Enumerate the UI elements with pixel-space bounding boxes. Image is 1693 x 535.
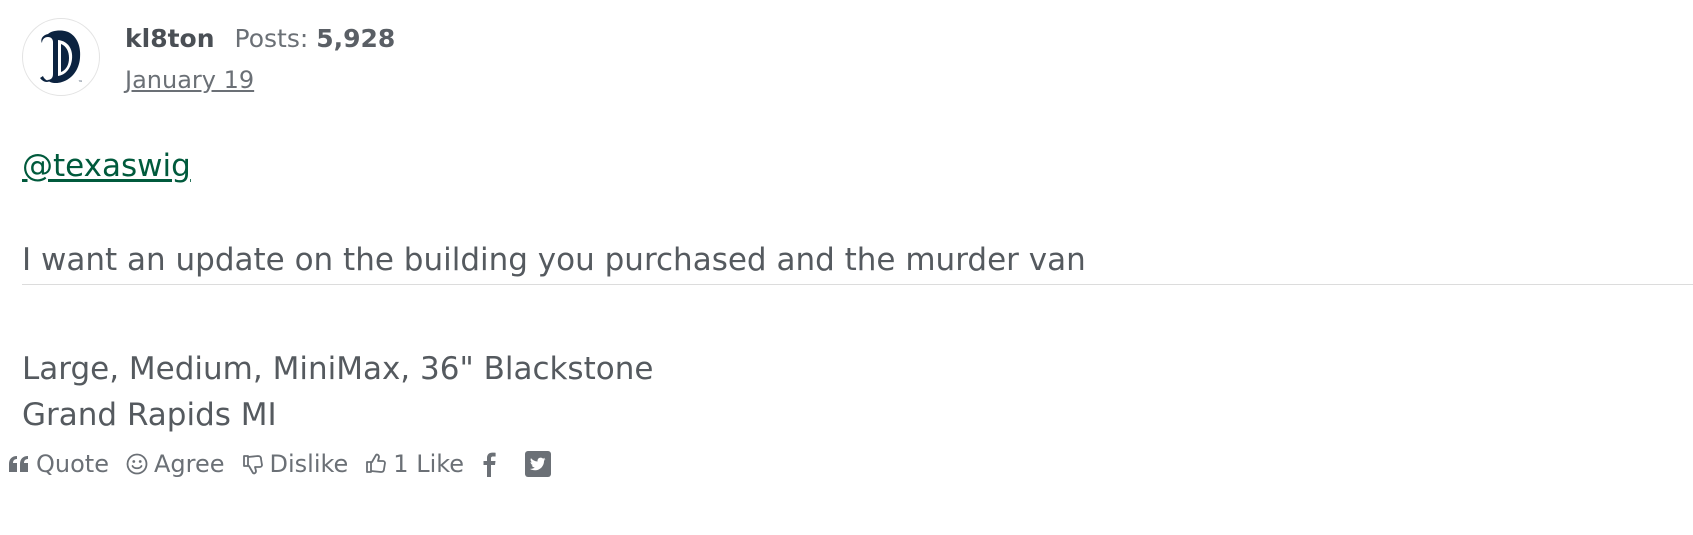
avatar[interactable]: ™ bbox=[22, 18, 100, 96]
posts-count: 5,928 bbox=[316, 24, 396, 53]
signature-line: Grand Rapids MI bbox=[22, 397, 277, 433]
author-username[interactable]: kl8ton bbox=[125, 24, 215, 53]
signature-divider bbox=[22, 284, 1693, 285]
thumbs-down-icon bbox=[242, 453, 264, 475]
agree-button[interactable]: Agree bbox=[126, 450, 225, 478]
post-body: I want an update on the building you pur… bbox=[22, 242, 1086, 278]
post-header: ™ kl8ton Posts: 5,928 January 19 bbox=[22, 18, 1693, 98]
like-button[interactable]: 1 Like bbox=[365, 450, 464, 478]
twitter-icon bbox=[525, 451, 552, 477]
reaction-bar: Quote Agree Dislike 1 Like bbox=[8, 450, 579, 478]
user-mention-link[interactable]: @texaswig bbox=[22, 148, 191, 184]
smile-icon bbox=[126, 453, 148, 475]
author-line: kl8ton Posts: 5,928 bbox=[125, 24, 395, 54]
thumbs-up-icon bbox=[365, 453, 387, 475]
quote-label: Quote bbox=[36, 450, 109, 478]
posts-label: Posts: bbox=[234, 24, 309, 53]
signature-line: Large, Medium, MiniMax, 36" Blackstone bbox=[22, 351, 654, 387]
agree-label: Agree bbox=[153, 450, 225, 478]
quote-button[interactable]: Quote bbox=[8, 450, 109, 478]
facebook-share-button[interactable] bbox=[481, 451, 497, 477]
svg-text:™: ™ bbox=[78, 80, 83, 86]
post-meta: kl8ton Posts: 5,928 January 19 bbox=[125, 24, 395, 94]
like-label: 1 Like bbox=[393, 450, 465, 478]
signature: Large, Medium, MiniMax, 36" Blackstone G… bbox=[22, 346, 653, 438]
twitter-share-button[interactable] bbox=[525, 451, 552, 477]
dislike-button[interactable]: Dislike bbox=[242, 450, 349, 478]
dislike-label: Dislike bbox=[269, 450, 349, 478]
quote-icon bbox=[8, 455, 30, 473]
tigers-logo-icon: ™ bbox=[40, 30, 83, 86]
facebook-icon bbox=[483, 452, 496, 477]
post-date-link[interactable]: January 19 bbox=[125, 66, 254, 94]
forum-post: ™ kl8ton Posts: 5,928 January 19 @texaswi… bbox=[22, 18, 1693, 433]
